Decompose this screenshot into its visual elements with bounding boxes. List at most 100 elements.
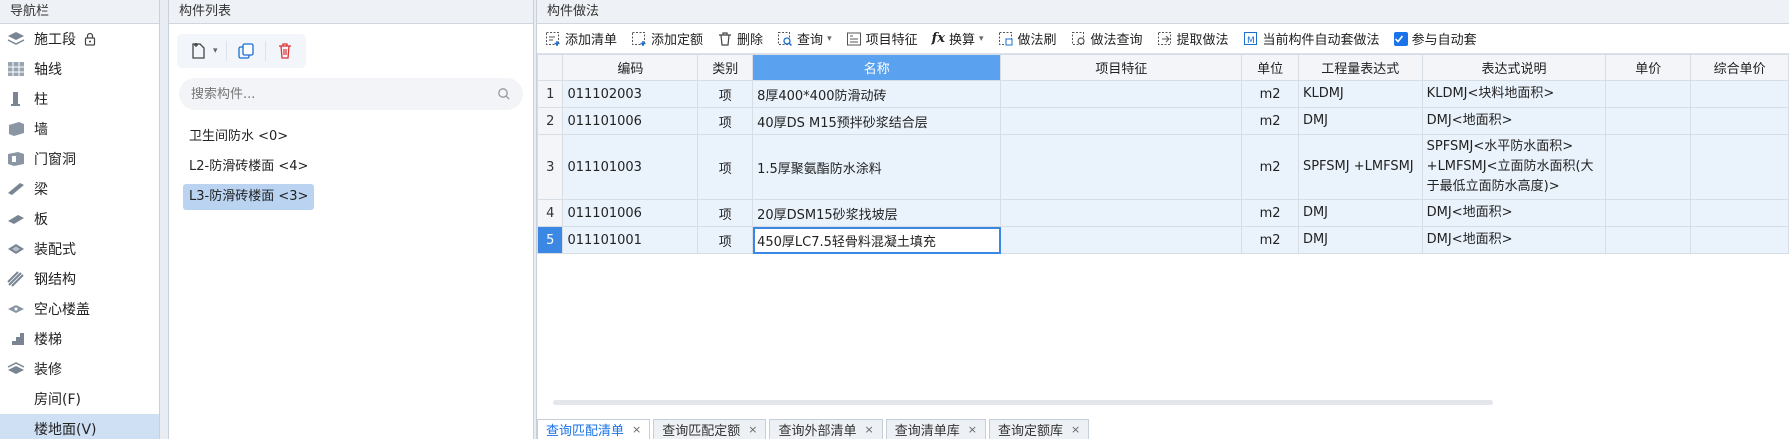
column-header[interactable]: 类别 [697,54,754,81]
component-item[interactable]: 卫生间防水 <0> [183,124,294,150]
add-list-button[interactable]: 添加清单 [545,29,617,48]
cell-price[interactable] [1605,226,1692,254]
method-query-button[interactable]: 做法查询 [1071,29,1143,48]
cell-feature[interactable] [1000,80,1243,108]
table-row[interactable]: 2 011101006 项 40厚DS M15预拌砂浆结合层 m2 DMJ DMJ<地面积> [536,107,1789,135]
column-header[interactable]: 综合单价 [1690,54,1789,81]
cell-code[interactable]: 011101001 [562,226,699,254]
cell-feature[interactable] [1000,107,1243,135]
nav-item[interactable]: 钢结构 [0,264,159,294]
bottom-tab[interactable]: 查询清单库 × [885,419,986,439]
chevron-down-icon[interactable]: ▾ [979,34,984,44]
table-row[interactable]: 1 011102003 项 8厚400*400防滑动砖 m2 KLDMJ KLDMJ<块料地… [536,80,1789,108]
table-row[interactable]: 5 011101001 项 450厚LC7.5轻骨料混凝土填充 m2 DMJ DMJ<地面积… [536,226,1789,254]
cell-price[interactable] [1605,199,1692,227]
row-number[interactable]: 2 [536,107,564,135]
nav-item[interactable]: 施工段 [0,24,159,54]
close-icon[interactable]: × [968,423,977,436]
cell-unit[interactable]: m2 [1241,80,1299,108]
row-number[interactable]: 1 [536,80,564,108]
table-row[interactable]: 4 011101006 项 20厚DSM15砂浆找坡层 m2 DMJ DMJ<地面积> [536,199,1789,227]
bottom-tab[interactable]: 查询外部清单 × [769,419,883,439]
cell-name[interactable]: 450厚LC7.5轻骨料混凝土填充 [752,226,1002,254]
copy-component-button[interactable] [231,38,261,64]
cell-name[interactable]: 20厚DSM15砂浆找坡层 [752,199,1002,227]
component-search-input[interactable] [191,86,497,102]
bottom-tab[interactable]: 查询匹配清单 × [537,419,651,439]
cell-type[interactable]: 项 [697,107,754,135]
nav-item[interactable]: 墙 [0,114,159,144]
column-header[interactable]: 单价 [1605,54,1692,81]
close-icon[interactable]: × [1071,423,1080,436]
lock-icon[interactable] [84,32,98,46]
row-number[interactable]: 4 [536,199,564,227]
close-icon[interactable]: × [748,423,757,436]
nav-item[interactable]: 梁 [0,174,159,204]
join-auto-checkbox[interactable]: 参与自动套 [1393,29,1477,48]
column-header[interactable]: 表达式说明 [1421,54,1607,81]
cell-expr[interactable]: DMJ [1297,226,1423,254]
cell-feature[interactable] [1000,134,1243,200]
cell-code[interactable]: 011102003 [562,80,699,108]
component-item[interactable]: L3-防滑砖楼面 <3> [183,184,315,210]
cell-price[interactable] [1605,80,1692,108]
cell-comp-price[interactable] [1690,80,1789,108]
cell-feature[interactable] [1000,199,1243,227]
column-header[interactable]: 编码 [562,54,699,81]
cell-unit[interactable]: m2 [1241,226,1299,254]
cell-comp-price[interactable] [1690,107,1789,135]
nav-item[interactable]: 轴线 [0,54,159,84]
cell-expr-desc[interactable]: KLDMJ<块料地面积> [1421,80,1607,108]
bottom-tab[interactable]: 查询定额库 × [988,419,1090,439]
component-item[interactable]: L2-防滑砖楼面 <4> [183,154,314,180]
chevron-down-icon[interactable]: ▾ [213,46,218,56]
cell-expr[interactable]: DMJ [1297,199,1423,227]
column-header[interactable]: 工程量表达式 [1297,54,1423,81]
nav-sub-item[interactable]: 房间(F) [0,384,159,414]
cell-code[interactable]: 011101006 [562,107,699,135]
cell-type[interactable]: 项 [697,80,754,108]
nav-item[interactable]: 装配式 [0,234,159,264]
cell-expr[interactable]: DMJ [1297,107,1423,135]
close-icon[interactable]: × [864,423,873,436]
checkbox-checked-icon[interactable] [1393,31,1408,46]
cell-unit[interactable]: m2 [1241,107,1299,135]
nav-item[interactable]: 门窗洞 [0,144,159,174]
cell-expr-desc[interactable]: DMJ<地面积> [1421,226,1607,254]
extract-method-button[interactable]: 提取做法 [1157,29,1229,48]
cell-price[interactable] [1605,134,1692,200]
query-button[interactable]: 查询 ▾ [777,29,832,48]
delete-component-button[interactable] [270,38,300,64]
cell-expr-desc[interactable]: DMJ<地面积> [1421,199,1607,227]
cell-code[interactable]: 011101006 [562,199,699,227]
method-brush-button[interactable]: 做法刷 [998,29,1057,48]
convert-button[interactable]: fx 换算 ▾ [932,29,984,48]
column-header[interactable]: 项目特征 [1000,54,1243,81]
cell-comp-price[interactable] [1690,226,1789,254]
row-number[interactable]: 5 [536,226,564,254]
cell-expr-desc[interactable]: SPFSMJ<水平防水面积> +LMFSMJ<立面防水面积(大于最低立面防水高度… [1421,134,1607,200]
cell-comp-price[interactable] [1690,134,1789,200]
add-quota-button[interactable]: 添加定额 [631,29,703,48]
cell-feature[interactable] [1000,226,1243,254]
bottom-tab[interactable]: 查询匹配定额 × [653,419,767,439]
table-row[interactable]: 3 011101003 项 1.5厚聚氨酯防水涂料 m2 SPFSMJ +LMFSMJ SP… [536,134,1789,200]
cell-comp-price[interactable] [1690,199,1789,227]
column-header[interactable]: 单位 [1241,54,1299,81]
nav-item[interactable]: 装修 [0,354,159,384]
cell-unit[interactable]: m2 [1241,199,1299,227]
cell-name[interactable]: 40厚DS M15预拌砂浆结合层 [752,107,1002,135]
horizontal-scrollbar[interactable] [553,400,1493,405]
cell-expr-desc[interactable]: DMJ<地面积> [1421,107,1607,135]
search-icon[interactable] [497,87,511,101]
auto-apply-button[interactable]: M 当前构件自动套做法 [1243,29,1380,48]
table-corner-cell[interactable] [536,54,564,81]
cell-code[interactable]: 011101003 [562,134,699,200]
cell-unit[interactable]: m2 [1241,134,1299,200]
row-number[interactable]: 3 [536,134,564,200]
nav-sub-item[interactable]: 楼地面(V) [0,414,159,439]
nav-item[interactable]: 柱 [0,84,159,114]
close-icon[interactable]: × [632,423,641,436]
nav-item[interactable]: 空心楼盖 [0,294,159,324]
cell-price[interactable] [1605,107,1692,135]
